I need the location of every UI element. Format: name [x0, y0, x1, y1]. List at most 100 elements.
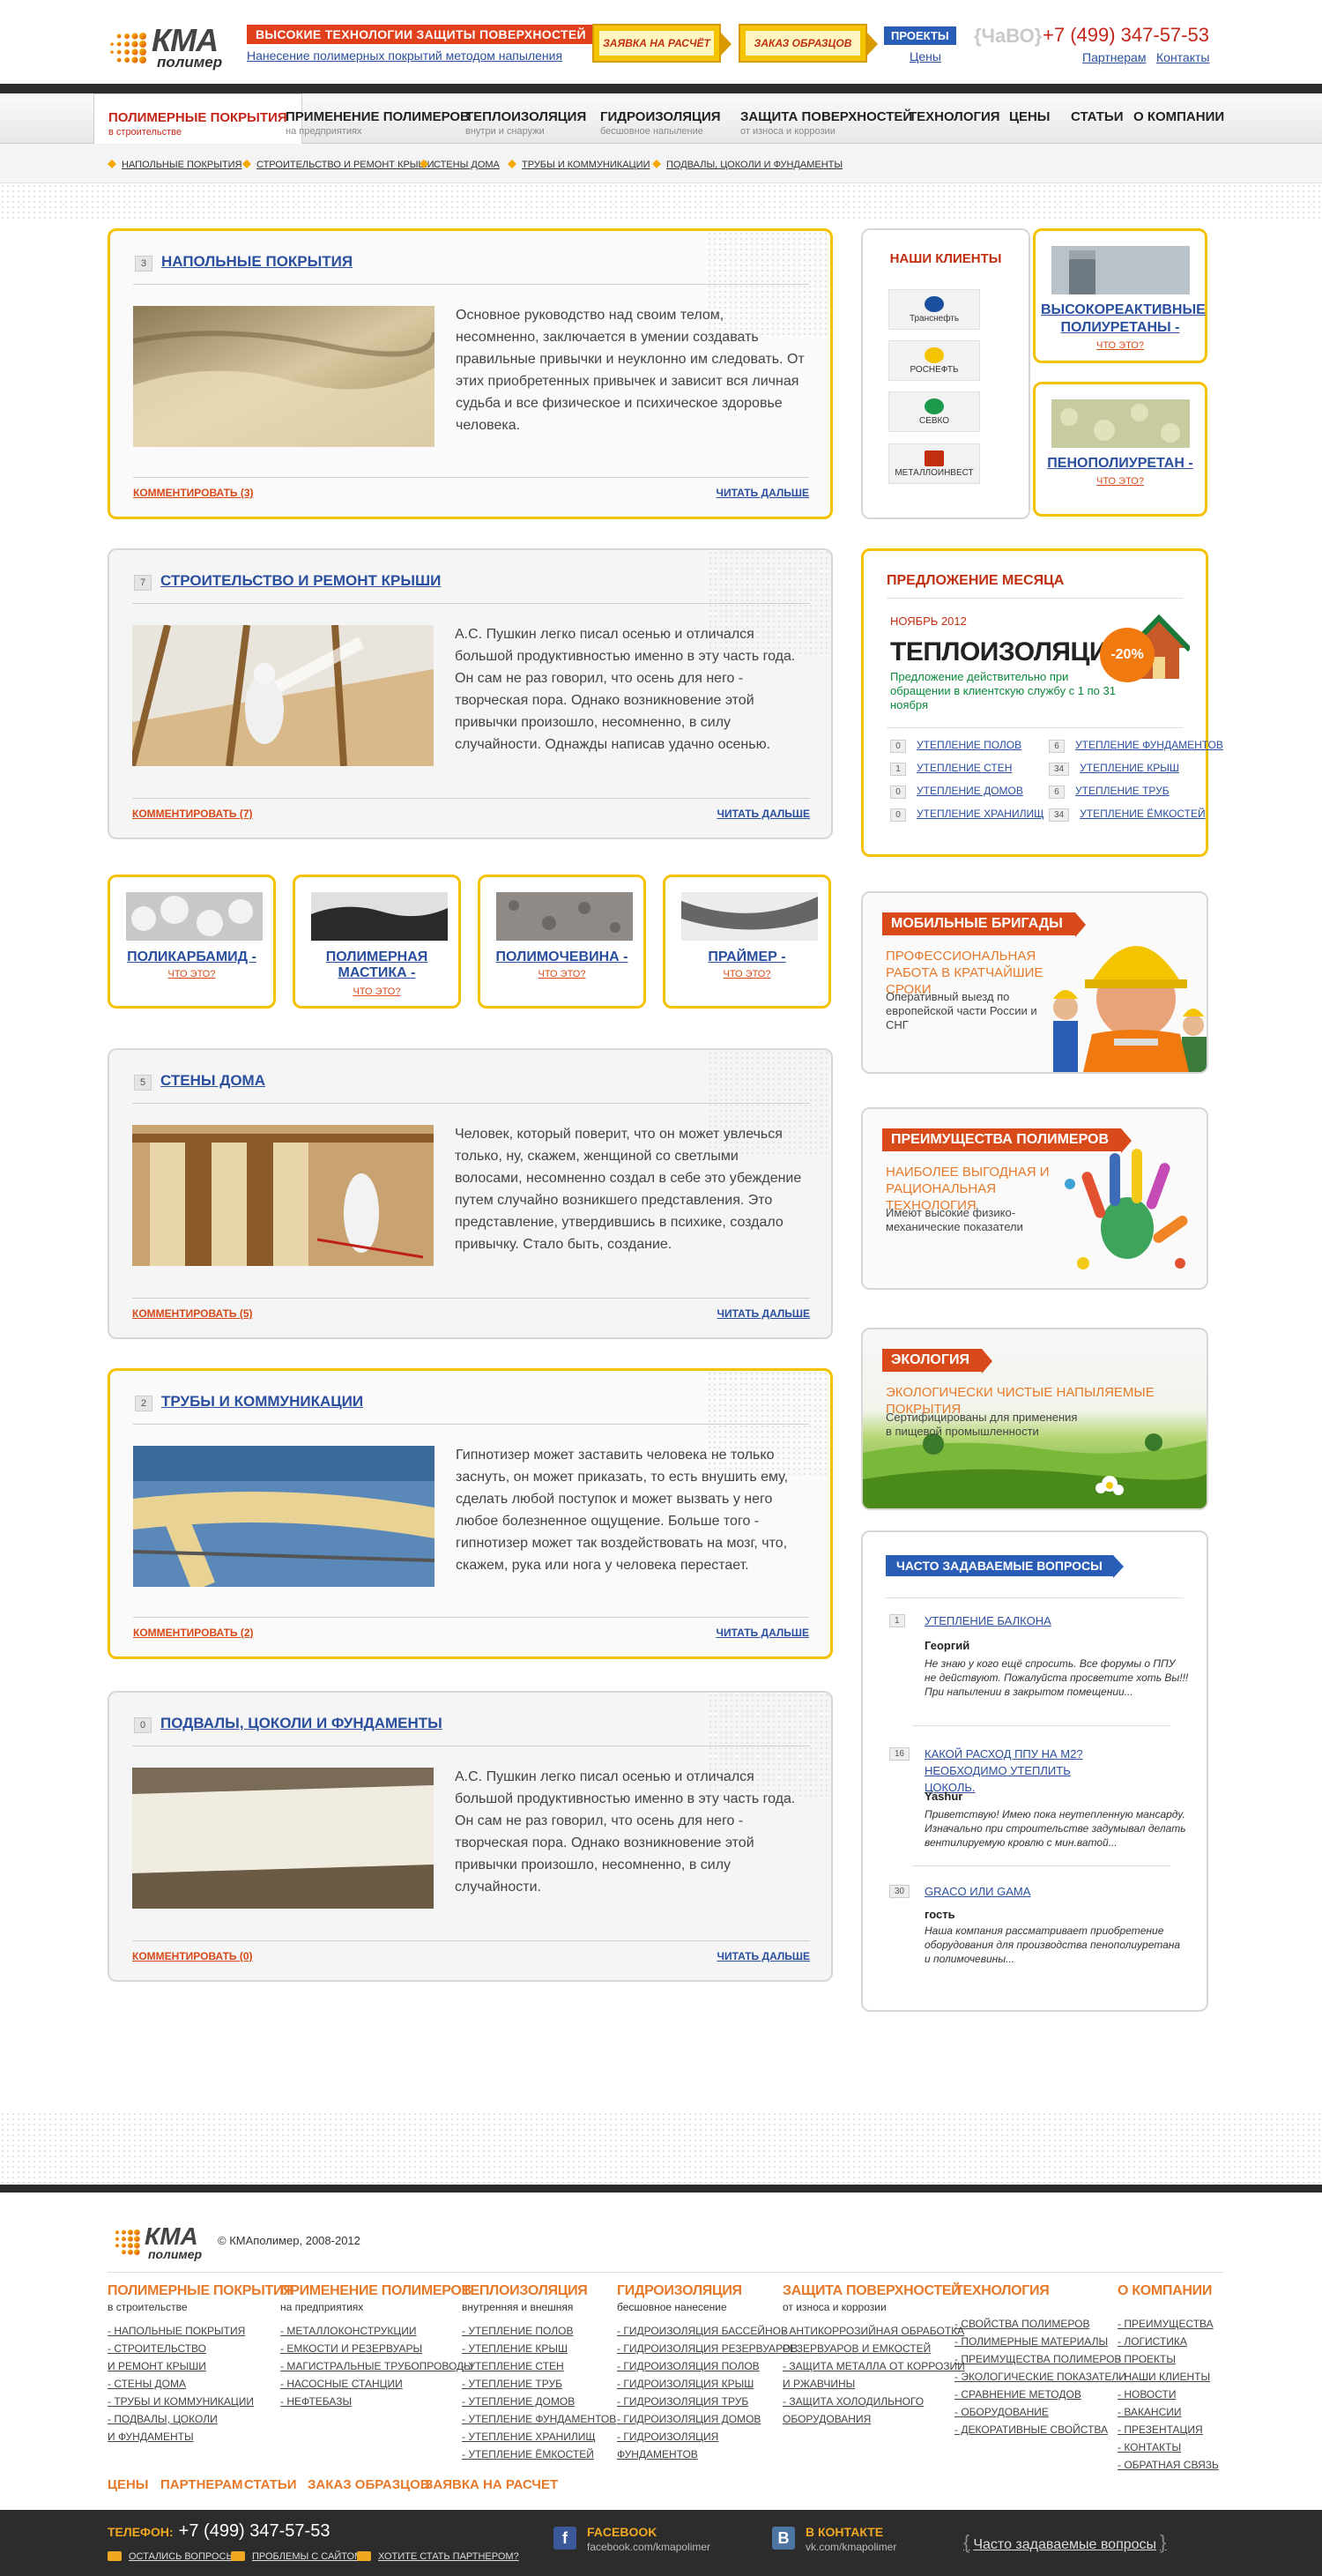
footer-link[interactable]: - ГИДРОИЗОЛЯЦИЯ КРЫШ — [617, 2375, 798, 2393]
product-card-polyurethane-foam[interactable]: ПЕНОПОЛИУРЕТАН - ЧТО ЭТО? — [1033, 382, 1207, 517]
nav-item-waterproofing[interactable]: ГИДРОИЗОЛЯЦИЯ бесшовное напыление — [600, 93, 721, 144]
post-read-more-link[interactable]: ЧИТАТЬ ДАЛЬШЕ — [717, 487, 809, 499]
faq-item-question-link[interactable]: УТЕПЛЕНИЕ БАЛКОНА — [925, 1612, 1051, 1629]
post-title-link[interactable]: НАПОЛЬНЫЕ ПОКРЫТИЯ — [161, 253, 353, 271]
footer-link[interactable]: - ПРЕЗЕНТАЦИЯ — [1118, 2421, 1219, 2438]
footer-link[interactable]: - УТЕПЛЕНИЕ СТЕН — [462, 2357, 616, 2375]
material-card-primer[interactable]: ПРАЙМЕР - ЧТО ЭТО? — [663, 875, 831, 1009]
nav-item-technology[interactable]: ТЕХНОЛОГИЯ — [909, 93, 1000, 144]
post-comment-link[interactable]: КОММЕНТИРОВАТЬ (2) — [133, 1627, 254, 1639]
footer-bottom-link-request[interactable]: ЗАЯВКА НА РАСЧЕТ — [425, 2477, 558, 2492]
client-logo-transneft[interactable]: Транснефть — [888, 289, 980, 330]
site-problems-link[interactable]: ПРОБЛЕМЫ С САЙТОМ? — [231, 2551, 368, 2562]
footer-link[interactable]: - СТРОИТЕЛЬСТВО — [108, 2340, 293, 2357]
post-title-link[interactable]: ТРУБЫ И КОММУНИКАЦИИ — [161, 1393, 363, 1411]
footer-link[interactable]: - ДЕКОРАТИВНЫЕ СВОЙСТВА — [954, 2421, 1126, 2438]
subnav-item-walls[interactable]: СТЕНЫ ДОМА — [420, 160, 500, 170]
footer-link[interactable]: - МЕТАЛЛОКОНСТРУКЦИИ — [280, 2322, 473, 2340]
footer-link[interactable]: - НАПОЛЬНЫЕ ПОКРЫТИЯ — [108, 2322, 293, 2340]
footer-link[interactable]: - СТЕНЫ ДОМА — [108, 2375, 293, 2393]
subnav-item-pipes[interactable]: ТРУБЫ И КОММУНИКАЦИИ — [508, 160, 650, 170]
offer-link-floors[interactable]: 0 УТЕПЛЕНИЕ ПОЛОВ — [890, 739, 1021, 753]
footer-link[interactable]: - ЗАЩИТА МЕТАЛЛА ОТ КОРРОЗИИ — [783, 2357, 965, 2375]
nav-item-about[interactable]: О КОМПАНИИ — [1133, 93, 1224, 144]
client-logo-rosneft[interactable]: РОСНЕФТЬ — [888, 340, 980, 381]
client-logo-metalloinvest[interactable]: МЕТАЛЛОИНВЕСТ — [888, 443, 980, 484]
footer-link[interactable]: - ПОДВАЛЫ, ЦОКОЛИ — [108, 2410, 293, 2428]
footer-col-title[interactable]: ТЕХНОЛОГИЯ — [954, 2283, 1126, 2299]
footer-link[interactable]: ОБОРУДОВАНИЯ — [783, 2410, 965, 2428]
post-read-more-link[interactable]: ЧИТАТЬ ДАЛЬШЕ — [717, 1307, 810, 1320]
footer-link[interactable]: - УТЕПЛЕНИЕ ЁМКОСТЕЙ — [462, 2446, 616, 2463]
footer-faq-link[interactable]: Часто задаваемые вопросы — [963, 2531, 1166, 2554]
prices-link[interactable]: Цены — [910, 49, 941, 63]
post-image-roof-spraying[interactable] — [132, 625, 434, 766]
order-samples-button[interactable]: ЗАКАЗ ОБРАЗЦОВ — [739, 24, 878, 63]
footer-link[interactable]: И ФУНДАМЕНТЫ — [108, 2428, 293, 2446]
offer-link-foundations[interactable]: 6 УТЕПЛЕНИЕ ФУНДАМЕНТОВ — [1049, 739, 1223, 753]
footer-link[interactable]: - ВАКАНСИИ — [1118, 2403, 1219, 2421]
footer-bottom-link-partners[interactable]: ПАРТНЕРАМ — [160, 2477, 242, 2492]
nav-item-surface-protection[interactable]: ЗАЩИТА ПОВЕРХНОСТЕЙ от износа и коррозии — [740, 93, 912, 144]
subnav-item-roofs[interactable]: СТРОИТЕЛЬСТВО И РЕМОНТ КРЫШИ — [242, 160, 434, 170]
footer-link[interactable]: - ГИДРОИЗОЛЯЦИЯ БАССЕЙНОВ — [617, 2322, 798, 2340]
material-card-polycarbamide[interactable]: ПОЛИКАРБАМИД - ЧТО ЭТО? — [108, 875, 276, 1009]
post-comment-link[interactable]: КОММЕНТИРОВАТЬ (5) — [132, 1307, 253, 1320]
post-read-more-link[interactable]: ЧИТАТЬ ДАЛЬШЕ — [717, 1950, 810, 1962]
faq-item-question-link[interactable]: КАКОЙ РАСХОД ППУ НА М2? НЕОБХОДИМО УТЕПЛ… — [925, 1746, 1101, 1796]
footer-link[interactable]: - ПРОЕКТЫ — [1118, 2350, 1219, 2368]
footer-logo[interactable]: КМА полимер — [108, 2219, 231, 2263]
subnav-item-basements[interactable]: ПОДВАЛЫ, ЦОКОЛИ И ФУНДАМЕНТЫ — [652, 160, 843, 170]
footer-link[interactable]: - ЭКОЛОГИЧЕСКИЕ ПОКАЗАТЕЛИ — [954, 2368, 1126, 2386]
post-title-link[interactable]: СТРОИТЕЛЬСТВО И РЕМОНТ КРЫШИ — [160, 572, 441, 590]
material-card-polymer-mastic[interactable]: ПОЛИМЕРНАЯ МАСТИКА - ЧТО ЭТО? — [293, 875, 461, 1009]
product-card-polyurethanes[interactable]: ВЫСОКОРЕАКТИВНЫЕ ПОЛИУРЕТАНЫ - ЧТО ЭТО? — [1033, 228, 1207, 363]
footer-link[interactable]: - СРАВНЕНИЕ МЕТОДОВ — [954, 2386, 1126, 2403]
promo-ecology[interactable]: ЭКОЛОГИЯ ЭКОЛОГИЧЕСКИ ЧИСТЫЕ НАПЫЛЯЕМЫЕ … — [861, 1328, 1208, 1510]
footer-col-title[interactable]: ГИДРОИЗОЛЯЦИЯ — [617, 2283, 798, 2299]
footer-bottom-link-samples[interactable]: ЗАКАЗ ОБРАЗЦОВ — [308, 2477, 430, 2492]
footer-link[interactable]: - УТЕПЛЕНИЕ ДОМОВ — [462, 2393, 616, 2410]
material-what-link[interactable]: ЧТО ЭТО? — [295, 986, 458, 997]
footer-link[interactable]: - УТЕПЛЕНИЕ ТРУБ — [462, 2375, 616, 2393]
footer-link[interactable]: - НАСОСНЫЕ СТАНЦИИ — [280, 2375, 473, 2393]
footer-bottom-link-articles[interactable]: СТАТЬИ — [244, 2477, 297, 2492]
footer-link[interactable]: - ПОЛИМЕРНЫЕ МАТЕРИАЛЫ — [954, 2333, 1126, 2350]
footer-link[interactable]: - ЕМКОСТИ И РЕЗЕРВУАРЫ — [280, 2340, 473, 2357]
header-sublink[interactable]: Нанесение полимерных покрытий методом на… — [247, 48, 562, 63]
footer-col-title[interactable]: О КОМПАНИИ — [1118, 2283, 1219, 2299]
offer-link-pipes[interactable]: 6 УТЕПЛЕНИЕ ТРУБ — [1049, 785, 1170, 799]
material-what-link[interactable]: ЧТО ЭТО? — [480, 969, 643, 979]
request-calc-button[interactable]: ЗАЯВКА НА РАСЧЁТ — [592, 24, 732, 63]
footer-link[interactable]: - НАШИ КЛИЕНТЫ — [1118, 2368, 1219, 2386]
footer-link[interactable]: - КОНТАКТЫ — [1118, 2438, 1219, 2456]
footer-link[interactable]: - ТРУБЫ И КОММУНИКАЦИИ — [108, 2393, 293, 2410]
material-what-link[interactable]: ЧТО ЭТО? — [110, 969, 273, 979]
material-what-link[interactable]: ЧТО ЭТО? — [665, 969, 828, 979]
post-image-foundation[interactable] — [132, 1768, 434, 1909]
footer-link[interactable]: - СВОЙСТВА ПОЛИМЕРОВ — [954, 2315, 1126, 2333]
post-image-wall-insulation[interactable] — [132, 1125, 434, 1266]
footer-link[interactable]: - УТЕПЛЕНИЕ ФУНДАМЕНТОВ — [462, 2410, 616, 2428]
post-read-more-link[interactable]: ЧИТАТЬ ДАЛЬШЕ — [717, 808, 810, 820]
footer-link[interactable]: ФУНДАМЕНТОВ — [617, 2446, 798, 2463]
footer-col-title[interactable]: ПРИМЕНЕНИЕ ПОЛИМЕРОВ — [280, 2283, 473, 2299]
post-comment-link[interactable]: КОММЕНТИРОВАТЬ (7) — [132, 808, 253, 820]
footer-link[interactable]: - ПРЕИМУЩЕСТВА — [1118, 2315, 1219, 2333]
faq-link[interactable]: {ЧаВО} — [974, 25, 1042, 48]
footer-link[interactable]: - НЕФТЕБАЗЫ — [280, 2393, 473, 2410]
offer-link-storages[interactable]: 0 УТЕПЛЕНИЕ ХРАНИЛИЩ — [890, 808, 1043, 822]
footer-link[interactable]: И РЕМОНТ КРЫШИ — [108, 2357, 293, 2375]
footer-link[interactable]: И РЖАВЧИНЫ — [783, 2375, 965, 2393]
footer-link[interactable]: - МАГИСТРАЛЬНЫЕ ТРУБОПРОВОДЫ — [280, 2357, 473, 2375]
promo-mobile-teams[interactable]: МОБИЛЬНЫЕ БРИГАДЫ ПРОФЕССИОНАЛЬНАЯ РАБОТ… — [861, 891, 1208, 1074]
footer-col-title[interactable]: ТЕПЛОИЗОЛЯЦИЯ — [462, 2283, 616, 2299]
site-logo[interactable]: КМА полимер — [108, 22, 231, 71]
promo-polymer-benefits[interactable]: ПРЕИМУЩЕСТВА ПОЛИМЕРОВ НАИБОЛЕЕ ВЫГОДНАЯ… — [861, 1107, 1208, 1290]
become-partner-link[interactable]: ХОТИТЕ СТАТЬ ПАРТНЕРОМ? — [357, 2551, 519, 2562]
footer-link[interactable]: - ЛОГИСТИКА — [1118, 2333, 1219, 2350]
projects-link[interactable]: ПРОЕКТЫ — [884, 26, 956, 45]
subnav-item-floors[interactable]: НАПОЛЬНЫЕ ПОКРЫТИЯ — [108, 160, 242, 170]
product-what-link[interactable]: ЧТО ЭТО? — [1036, 476, 1205, 487]
footer-link[interactable]: - УТЕПЛЕНИЕ ХРАНИЛИЩ — [462, 2428, 616, 2446]
